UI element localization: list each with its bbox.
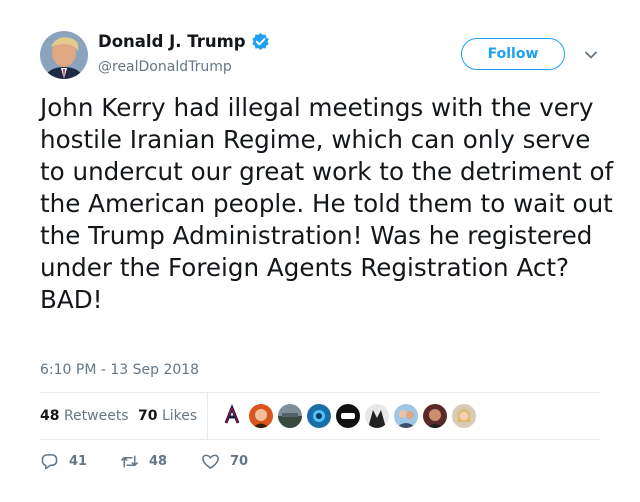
retweet-count: 48 (149, 454, 168, 469)
liker-avatar[interactable] (249, 404, 273, 428)
like-action[interactable]: 70 (201, 452, 248, 471)
likes-stat[interactable]: 70 Likes (138, 408, 197, 424)
liker-avatar[interactable] (452, 404, 476, 428)
reply-count: 41 (69, 454, 88, 469)
tweet-timestamp[interactable]: 6:10 PM - 13 Sep 2018 (40, 362, 199, 378)
liker-avatar[interactable] (307, 404, 331, 428)
tweet-card: Donald J. Trump @realDonaldTrump Follow … (0, 0, 640, 502)
heart-icon (202, 454, 219, 469)
likes-count: 70 (138, 408, 158, 424)
chevron-down-icon[interactable] (582, 46, 600, 64)
liker-avatar[interactable] (278, 404, 302, 428)
verified-badge-icon (251, 32, 269, 51)
retweets-count: 48 (40, 408, 60, 424)
display-name[interactable]: Donald J. Trump (98, 32, 246, 51)
liker-avatar[interactable] (336, 404, 360, 428)
liker-avatars (220, 404, 481, 428)
retweets-label: Retweets (63, 408, 129, 424)
tweet-stats: 48 Retweets 70 Likes (40, 392, 600, 440)
like-count: 70 (230, 454, 249, 469)
retweet-action[interactable]: 48 (120, 452, 201, 471)
liker-avatar[interactable] (394, 404, 418, 428)
liker-avatar[interactable] (423, 404, 447, 428)
follow-button[interactable]: Follow (461, 38, 565, 70)
tweet-actions: 41 48 70 (40, 452, 248, 471)
reply-action[interactable]: 41 (40, 452, 120, 471)
retweets-stat[interactable]: 48 Retweets (40, 408, 129, 424)
liker-avatar[interactable] (365, 404, 389, 428)
avatar[interactable] (40, 31, 88, 79)
user-handle[interactable]: @realDonaldTrump (98, 59, 232, 75)
retweet-icon (121, 455, 138, 468)
tweet-text: John Kerry had illegal meetings with the… (40, 93, 614, 314)
stats-divider (207, 393, 208, 439)
likes-label: Likes (161, 408, 198, 424)
reply-icon (41, 454, 58, 470)
liker-avatar[interactable] (220, 404, 244, 428)
user-name-row: Donald J. Trump (98, 32, 270, 51)
